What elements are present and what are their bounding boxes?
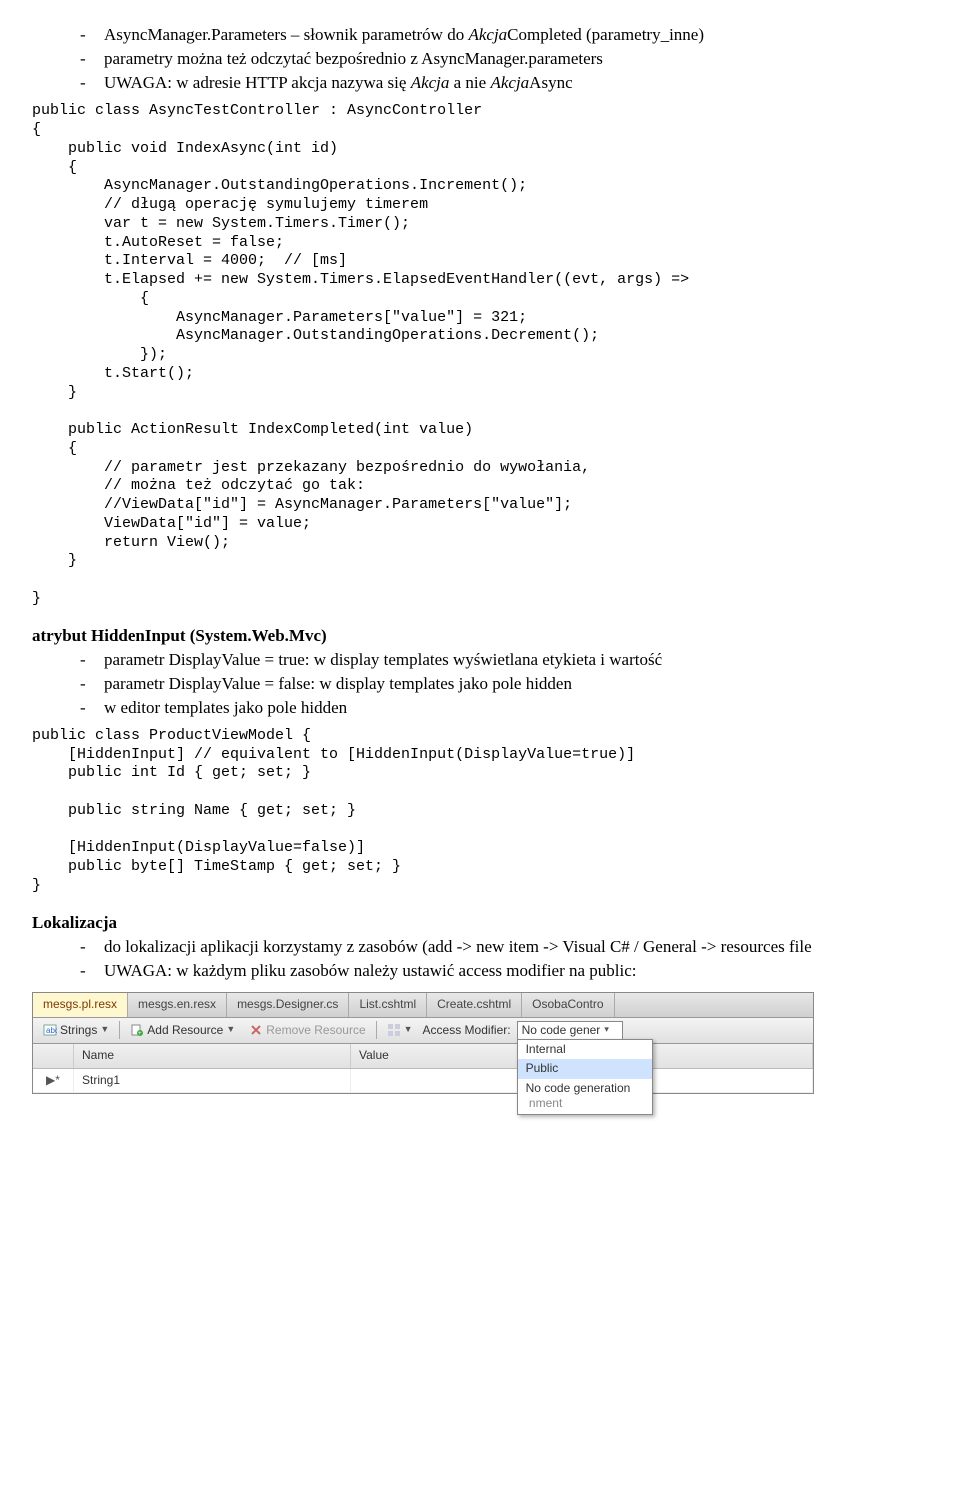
loc-bullet-2: -UWAGA: w każdym pliku zasobów należy us… bbox=[80, 960, 928, 982]
lokalizacja-title: Lokalizacja bbox=[32, 912, 928, 934]
tab-osoba-controller[interactable]: OsobaContro bbox=[522, 993, 614, 1017]
hidden-bullet-1: -parametr DisplayValue = true: w display… bbox=[80, 649, 928, 671]
popup-item-public[interactable]: Public bbox=[518, 1059, 652, 1079]
tab-create-cshtml[interactable]: Create.cshtml bbox=[427, 993, 522, 1017]
chevron-down-icon: ▼ bbox=[226, 1024, 235, 1036]
intro-bullet-list: - AsyncManager.Parameters – słownik para… bbox=[32, 24, 928, 94]
editor-tab-strip: mesgs.pl.resx mesgs.en.resx mesgs.Design… bbox=[33, 993, 813, 1018]
bullet-text: AsyncManager.Parameters – słownik parame… bbox=[104, 24, 704, 46]
bullet-text: UWAGA: w każdym pliku zasobów należy ust… bbox=[104, 960, 637, 982]
italic-text: Akcja bbox=[468, 25, 507, 44]
hidden-bullet-2: -parametr DisplayValue = false: w displa… bbox=[80, 673, 928, 695]
bullet-text: UWAGA: w adresie HTTP akcja nazywa się A… bbox=[104, 72, 573, 94]
popup-item-internal[interactable]: Internal bbox=[518, 1040, 652, 1060]
code-block-async: public class AsyncTestController : Async… bbox=[32, 102, 928, 608]
dash: - bbox=[80, 24, 104, 46]
text-part: a nie bbox=[449, 73, 490, 92]
vs-window: mesgs.pl.resx mesgs.en.resx mesgs.Design… bbox=[32, 992, 814, 1094]
intro-bullet-1: - AsyncManager.Parameters – słownik para… bbox=[80, 24, 928, 46]
grid-row[interactable]: ▶* String1 bbox=[33, 1069, 813, 1094]
svg-text:abc: abc bbox=[46, 1026, 57, 1035]
access-modifier-popup: Internal Public No code generation nment bbox=[517, 1039, 653, 1115]
bullet-text: parametry można też odczytać bezpośredni… bbox=[104, 48, 603, 70]
hiddeninput-bullet-list: -parametr DisplayValue = true: w display… bbox=[32, 649, 928, 719]
access-modifier-combo[interactable]: No code gener ▾ bbox=[517, 1021, 623, 1041]
text-part: AsyncManager.Parameters – słownik parame… bbox=[104, 25, 468, 44]
popup-item-label: No code generation bbox=[526, 1081, 631, 1095]
add-resource-label: Add Resource bbox=[147, 1023, 223, 1039]
remove-resource-icon bbox=[249, 1023, 263, 1037]
loc-bullet-1: -do lokalizacji aplikacji korzystamy z z… bbox=[80, 936, 928, 958]
text-part: Completed (parametry_inne) bbox=[507, 25, 704, 44]
remove-resource-label: Remove Resource bbox=[266, 1023, 365, 1039]
dash: - bbox=[80, 72, 104, 94]
text-part: UWAGA: w adresie HTTP akcja nazywa się bbox=[104, 73, 411, 92]
chevron-down-icon: ▼ bbox=[100, 1024, 109, 1036]
svg-text:+: + bbox=[138, 1031, 142, 1037]
add-resource-dropdown[interactable]: + Add Resource ▼ bbox=[126, 1021, 239, 1041]
dash: - bbox=[80, 649, 104, 671]
toolbar-separator bbox=[376, 1021, 377, 1039]
tab-list-cshtml[interactable]: List.cshtml bbox=[349, 993, 427, 1017]
italic-text: Akcja bbox=[490, 73, 529, 92]
grid-header-name[interactable]: Name bbox=[74, 1044, 351, 1068]
access-modifier-combo-wrapper: No code gener ▾ Internal Public No code … bbox=[517, 1021, 623, 1041]
bullet-text: w editor templates jako pole hidden bbox=[104, 697, 347, 719]
hidden-bullet-3: -w editor templates jako pole hidden bbox=[80, 697, 928, 719]
hiddeninput-title: atrybut HiddenInput (System.Web.Mvc) bbox=[32, 625, 928, 647]
truncated-text: nment bbox=[529, 1096, 562, 1110]
grid-header-selector[interactable] bbox=[33, 1044, 74, 1068]
lokalizacja-bullet-list: -do lokalizacji aplikacji korzystamy z z… bbox=[32, 936, 928, 982]
view-dropdown[interactable]: ▼ bbox=[383, 1021, 417, 1039]
dash: - bbox=[80, 48, 104, 70]
text-part: Async bbox=[529, 73, 572, 92]
combo-value: No code gener bbox=[522, 1023, 601, 1039]
remove-resource-button[interactable]: Remove Resource bbox=[245, 1021, 369, 1041]
code-block-hiddeninput: public class ProductViewModel { [HiddenI… bbox=[32, 727, 928, 896]
row-marker-new: ▶* bbox=[33, 1069, 74, 1093]
dash: - bbox=[80, 673, 104, 695]
tab-mesgs-en[interactable]: mesgs.en.resx bbox=[128, 993, 227, 1017]
resource-grid: Name Value ▶* String1 bbox=[33, 1044, 813, 1093]
tab-mesgs-pl[interactable]: mesgs.pl.resx bbox=[33, 993, 128, 1017]
toolbar-separator bbox=[119, 1021, 120, 1039]
strings-dropdown[interactable]: abc Strings ▼ bbox=[39, 1021, 113, 1041]
access-modifier-label: Access Modifier: bbox=[423, 1023, 511, 1039]
intro-bullet-2: - parametry można też odczytać bezpośred… bbox=[80, 48, 928, 70]
strings-icon: abc bbox=[43, 1023, 57, 1037]
popup-item-no-code-gen[interactable]: No code generation nment bbox=[518, 1079, 652, 1114]
dash: - bbox=[80, 697, 104, 719]
grid-header-row: Name Value bbox=[33, 1044, 813, 1069]
bullet-text: parametr DisplayValue = true: w display … bbox=[104, 649, 662, 671]
add-resource-icon: + bbox=[130, 1023, 144, 1037]
dash: - bbox=[80, 960, 104, 982]
strings-label: Strings bbox=[60, 1023, 97, 1039]
bullet-text: parametr DisplayValue = false: w display… bbox=[104, 673, 572, 695]
tab-designer[interactable]: mesgs.Designer.cs bbox=[227, 993, 349, 1017]
chevron-down-icon: ▾ bbox=[604, 1024, 609, 1036]
intro-bullet-3: - UWAGA: w adresie HTTP akcja nazywa się… bbox=[80, 72, 928, 94]
chevron-down-icon: ▼ bbox=[404, 1024, 413, 1036]
dash: - bbox=[80, 936, 104, 958]
vs-screenshot: mesgs.pl.resx mesgs.en.resx mesgs.Design… bbox=[32, 992, 928, 1094]
grid-view-icon bbox=[387, 1023, 401, 1037]
row-name-cell[interactable]: String1 bbox=[74, 1069, 351, 1093]
bullet-text: do lokalizacji aplikacji korzystamy z za… bbox=[104, 936, 812, 958]
italic-text: Akcja bbox=[411, 73, 450, 92]
resource-toolbar: abc Strings ▼ + Add Resource ▼ Remove Re… bbox=[33, 1018, 813, 1045]
